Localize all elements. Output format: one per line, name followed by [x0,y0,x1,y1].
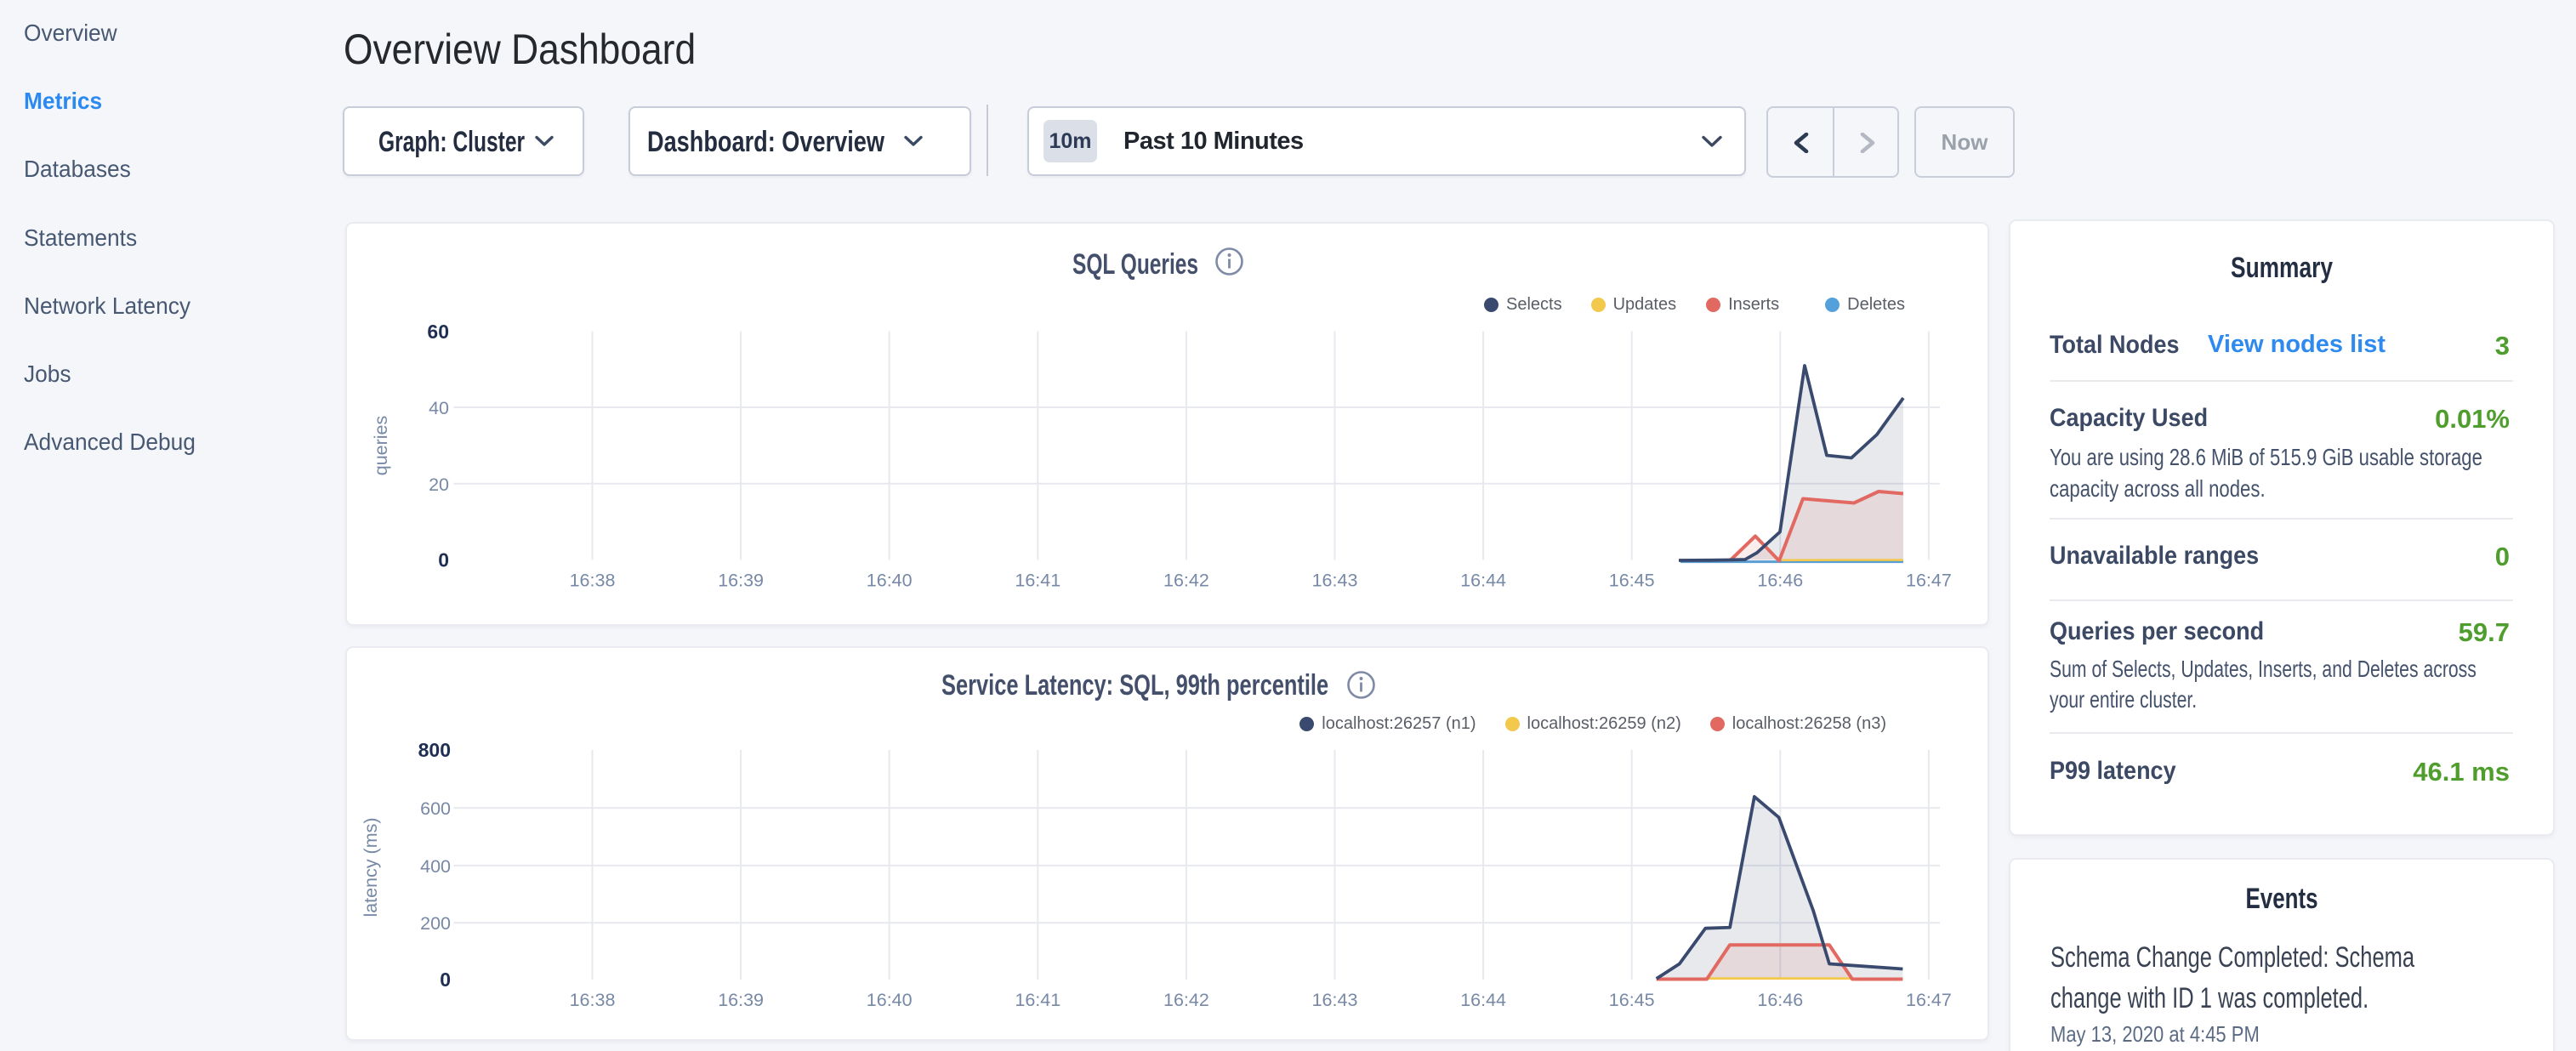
svg-text:16:39: 16:39 [718,990,764,1010]
svg-text:16:39: 16:39 [718,570,764,590]
svg-text:0: 0 [438,548,449,571]
svg-text:16:47: 16:47 [1906,990,1952,1010]
svg-text:16:38: 16:38 [570,570,616,590]
svg-text:16:41: 16:41 [1015,570,1061,590]
svg-text:16:41: 16:41 [1015,990,1061,1010]
svg-text:queries: queries [371,416,391,476]
svg-text:400: 400 [420,856,451,877]
svg-text:16:44: 16:44 [1460,570,1506,590]
svg-text:16:42: 16:42 [1163,990,1209,1010]
svg-text:60: 60 [427,321,449,343]
svg-text:16:43: 16:43 [1312,990,1358,1010]
svg-text:16:46: 16:46 [1757,990,1803,1010]
svg-text:16:45: 16:45 [1609,990,1655,1010]
svg-text:800: 800 [418,739,451,761]
svg-text:16:38: 16:38 [570,990,616,1010]
svg-text:0: 0 [440,969,451,991]
svg-text:16:43: 16:43 [1312,570,1358,590]
svg-text:latency (ms): latency (ms) [361,817,381,917]
svg-text:16:44: 16:44 [1460,990,1506,1010]
svg-text:20: 20 [429,474,449,495]
svg-text:16:46: 16:46 [1757,570,1803,590]
svg-text:200: 200 [420,913,451,934]
svg-text:16:47: 16:47 [1906,570,1952,590]
svg-text:16:40: 16:40 [867,570,913,590]
svg-text:16:40: 16:40 [867,990,913,1010]
svg-text:16:42: 16:42 [1163,570,1209,590]
svg-text:600: 600 [420,798,451,819]
svg-text:40: 40 [429,398,449,418]
svg-text:16:45: 16:45 [1609,570,1655,590]
